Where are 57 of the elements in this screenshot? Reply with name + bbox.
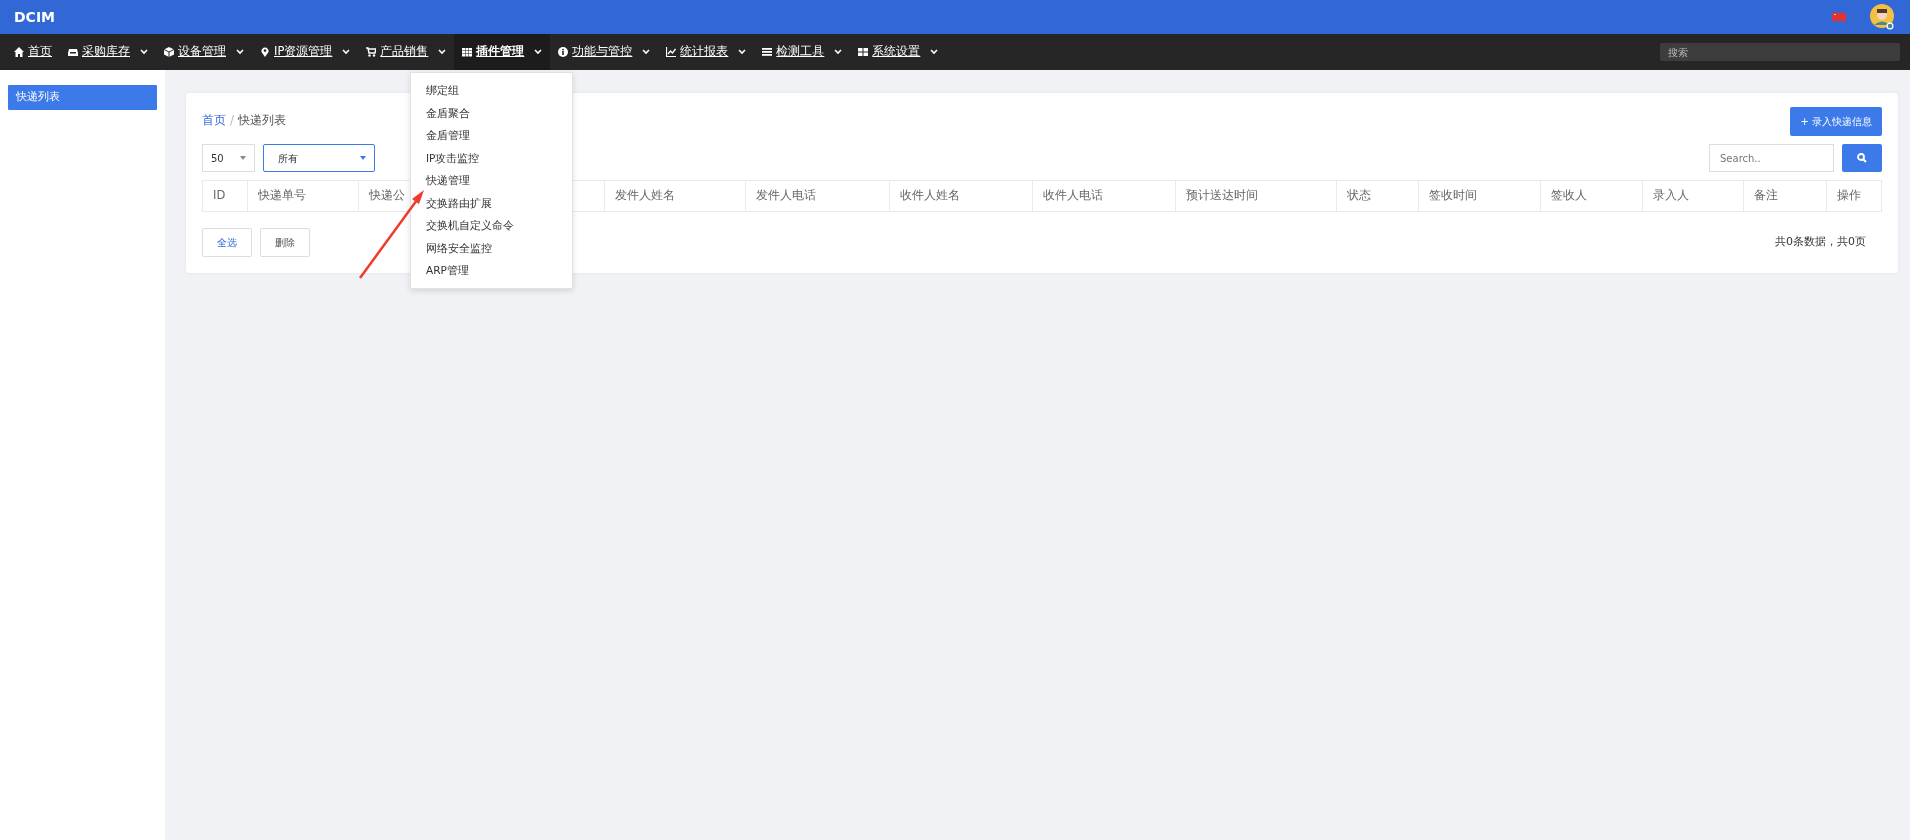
home-icon — [14, 47, 24, 57]
column-header: 签收人 — [1540, 180, 1642, 212]
search-icon — [1857, 153, 1867, 163]
page-size-select[interactable]: 50 — [202, 144, 255, 172]
nav-item[interactable]: 检测工具 — [754, 34, 851, 70]
search-field[interactable]: 搜索 — [1660, 43, 1900, 61]
dropdown-item[interactable]: 交换机自定义命令 — [426, 217, 514, 234]
nav-item[interactable]: 系统设置 — [850, 34, 947, 70]
column-header: 发件人电话 — [745, 180, 890, 212]
grid-icon — [462, 47, 473, 57]
breadcrumb-link[interactable]: 首页 — [202, 111, 226, 129]
dropdown-item[interactable]: IP攻击监控 — [426, 149, 480, 166]
nav-item[interactable]: IP资源管理 — [252, 34, 359, 70]
tray-icon — [68, 47, 78, 57]
nav-item[interactable]: 设备管理 — [156, 34, 252, 70]
dropdown-item[interactable]: 金盾聚合 — [426, 104, 470, 121]
nav-item[interactable]: 统计报表 — [658, 34, 755, 70]
cube-icon — [164, 47, 174, 57]
line-chart-icon — [666, 47, 677, 57]
brand-title[interactable]: DCIM — [14, 6, 56, 28]
column-header: 签收时间 — [1418, 180, 1541, 212]
nav-item[interactable]: 插件管理 — [454, 34, 551, 70]
column-header: 状态 — [1336, 180, 1419, 212]
search-field[interactable]: Search.. — [1709, 144, 1834, 172]
column-header: 预计送达时间 — [1175, 180, 1337, 212]
column-header: 操作 — [1826, 180, 1882, 212]
search-button[interactable] — [1842, 144, 1882, 172]
dropdown-item[interactable]: 绑定组 — [426, 82, 459, 99]
delete-button[interactable]: 删除 — [260, 228, 310, 257]
dropdown-item[interactable]: ARP管理 — [426, 262, 469, 279]
nav-item[interactable]: 产品销售 — [358, 34, 455, 70]
info-icon — [558, 47, 569, 57]
dropdown-item[interactable]: 金盾管理 — [426, 127, 470, 144]
breadcrumb-separator: / — [230, 112, 235, 129]
dropdown-item[interactable]: 交换路由扩展 — [426, 194, 492, 211]
column-header: ID — [202, 180, 248, 212]
column-header: 备注 — [1743, 180, 1827, 212]
cart-icon — [366, 47, 377, 57]
avatar-icon[interactable] — [1870, 3, 1896, 31]
column-header: 收件人电话 — [1032, 180, 1176, 212]
pagination-summary: 共0条数据，共0页 — [1775, 234, 1866, 251]
nav-item[interactable]: 采购库存 — [60, 34, 156, 70]
nav-item[interactable]: 首页 — [6, 34, 60, 70]
column-header: 发件人姓名 — [604, 180, 746, 212]
list-icon — [762, 47, 773, 57]
nav-item[interactable]: 功能与管控 — [550, 34, 659, 70]
breadcrumb-current: 快递列表 — [238, 112, 287, 129]
sidebar-item[interactable]: 快递列表 — [8, 85, 157, 110]
tiles-icon — [858, 47, 869, 57]
dropdown-item[interactable]: 网络安全监控 — [426, 239, 492, 256]
select-all-button[interactable]: 全选 — [202, 228, 252, 257]
column-header: 快递单号 — [247, 180, 359, 212]
column-header: 收件人姓名 — [889, 180, 1033, 212]
status-select[interactable]: 所有 — [263, 144, 375, 172]
map-marker-icon — [260, 47, 270, 57]
add-button[interactable]: + 录入快递信息 — [1790, 107, 1882, 136]
column-header: 录入人 — [1642, 180, 1744, 212]
